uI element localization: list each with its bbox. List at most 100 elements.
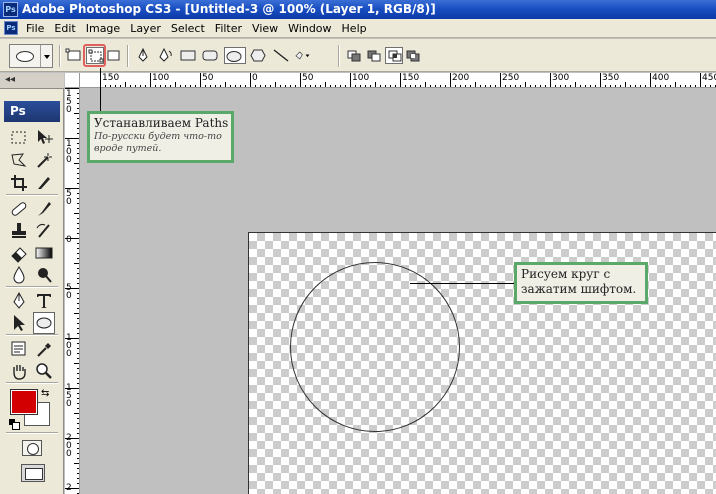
- ellipse-button[interactable]: [224, 47, 246, 64]
- subtract-from-path-button[interactable]: [365, 47, 383, 64]
- toolbox-dock-bar[interactable]: ◂◂: [0, 73, 64, 89]
- magic-wand-tool[interactable]: [33, 150, 55, 172]
- collapse-icon[interactable]: ◂◂: [5, 74, 15, 85]
- rectangle-icon: [180, 50, 196, 61]
- gradient-tool[interactable]: [33, 242, 55, 264]
- photoshop-logo[interactable]: Ps: [4, 101, 60, 122]
- horizontal-ruler-ticks: [100, 73, 716, 87]
- ruler-label: 1 0 0: [66, 139, 72, 165]
- photoshop-app-icon: Ps: [3, 2, 18, 17]
- eyedropper-tool[interactable]: [33, 338, 55, 360]
- move-tool[interactable]: [33, 127, 55, 149]
- ruler-label: 5 0: [66, 189, 72, 207]
- brush-tool[interactable]: [33, 198, 55, 220]
- menu-window[interactable]: Window: [284, 19, 337, 38]
- toolbox-divider: [6, 382, 58, 384]
- exclude-path-icon: [406, 50, 420, 62]
- quick-mask-button[interactable]: [22, 440, 42, 456]
- freeform-pen-button[interactable]: [157, 47, 175, 64]
- drop-icon: [13, 266, 25, 284]
- menu-filter[interactable]: Filter: [211, 19, 248, 38]
- ruler-label: 50: [202, 73, 214, 83]
- crop-tool[interactable]: [8, 172, 30, 194]
- ellipse-icon: [36, 317, 52, 329]
- menu-select[interactable]: Select: [167, 19, 211, 38]
- zoom-icon: [36, 363, 52, 379]
- fill-pixels-button[interactable]: [105, 47, 123, 64]
- ruler-label: 0: [66, 235, 72, 245]
- paths-callout: Устанавливаем Paths По-русски будет что-…: [87, 111, 234, 163]
- toolbox-divider: [6, 432, 58, 434]
- rounded-rectangle-button[interactable]: [201, 47, 219, 64]
- notes-tool[interactable]: [8, 338, 30, 360]
- custom-shape-button[interactable]: [294, 47, 322, 64]
- history-brush-tool[interactable]: [33, 220, 55, 242]
- default-colors-icon[interactable]: [9, 419, 20, 430]
- polygon-button[interactable]: [249, 47, 267, 64]
- menu-layer[interactable]: Layer: [126, 19, 167, 38]
- custom-shape-icon: [295, 51, 310, 60]
- ruler-label: 5 0: [66, 283, 72, 301]
- ruler-label: 350: [602, 73, 620, 83]
- history-brush-icon: [36, 223, 50, 238]
- menu-file[interactable]: File: [22, 19, 50, 38]
- ellipse-icon: [16, 51, 34, 62]
- ruler-label: 1 5 0: [66, 383, 72, 409]
- hand-tool[interactable]: [8, 360, 30, 382]
- ellipse-tool[interactable]: [33, 312, 55, 334]
- ruler-origin[interactable]: [65, 73, 80, 88]
- menu-view[interactable]: View: [248, 19, 284, 38]
- title-bar: Ps Adobe Photoshop CS3 - [Untitled-3 @ 1…: [0, 0, 716, 19]
- vertical-ruler[interactable]: 1 5 0 1 0 0 5 0 0 5 0 1 0 0 1 5 0 2 0 0 …: [65, 88, 80, 494]
- tool-preset-picker[interactable]: [9, 44, 53, 68]
- ruler-label: 2 0 0: [66, 433, 72, 459]
- ruler-label: 100: [352, 73, 370, 83]
- ruler-label: 300: [552, 73, 570, 83]
- lasso-tool[interactable]: [8, 150, 30, 172]
- exclude-path-button[interactable]: [404, 47, 422, 64]
- chevron-down-icon[interactable]: [40, 45, 52, 67]
- blur-tool[interactable]: [8, 264, 30, 286]
- type-tool[interactable]: [33, 290, 55, 312]
- divider: [338, 45, 340, 67]
- healing-brush-tool[interactable]: [8, 198, 30, 220]
- rounded-rectangle-icon: [202, 50, 218, 61]
- hand-icon: [13, 365, 26, 380]
- menu-image[interactable]: Image: [82, 19, 126, 38]
- clone-stamp-tool[interactable]: [8, 220, 30, 242]
- menu-help[interactable]: Help: [338, 19, 373, 38]
- eraser-tool[interactable]: [8, 242, 30, 264]
- slice-tool[interactable]: [33, 172, 55, 194]
- dodge-tool[interactable]: [33, 264, 55, 286]
- circle-callout: Рисуем круг с зажатим шифтом.: [514, 262, 648, 304]
- magic-wand-icon: [37, 153, 52, 168]
- ruler-label: 0: [252, 73, 258, 83]
- ruler-label: 2: [66, 483, 72, 493]
- menu-edit[interactable]: Edit: [50, 19, 81, 38]
- foreground-color-swatch[interactable]: [10, 389, 38, 415]
- stamp-icon: [12, 223, 26, 238]
- intersect-path-button[interactable]: [385, 47, 403, 64]
- ruler-label: 150: [402, 73, 420, 83]
- options-bar: [0, 39, 716, 72]
- pen-tool[interactable]: [8, 290, 30, 312]
- add-to-path-button[interactable]: [345, 47, 363, 64]
- type-icon: [37, 294, 51, 308]
- ruler-label: 200: [452, 73, 470, 83]
- line-button[interactable]: [272, 47, 290, 64]
- toolbox-divider: [6, 334, 58, 336]
- marquee-tool[interactable]: [8, 127, 30, 149]
- ellipse-path[interactable]: [290, 262, 460, 432]
- zoom-tool[interactable]: [33, 360, 55, 382]
- pen-tool-button[interactable]: [134, 47, 152, 64]
- eraser-icon: [11, 247, 27, 263]
- rectangle-button[interactable]: [179, 47, 197, 64]
- shape-layers-button[interactable]: [65, 47, 83, 64]
- swap-colors-icon[interactable]: ⇆: [41, 389, 53, 401]
- screen-mode-button[interactable]: [21, 464, 45, 482]
- document-icon[interactable]: Ps: [4, 21, 18, 35]
- path-selection-tool[interactable]: [8, 312, 30, 334]
- ruler-label: 450: [702, 73, 716, 83]
- freeform-pen-icon: [159, 47, 172, 62]
- horizontal-ruler[interactable]: 150 100 50 0 50 100 150 200 250 300 350 …: [80, 73, 716, 88]
